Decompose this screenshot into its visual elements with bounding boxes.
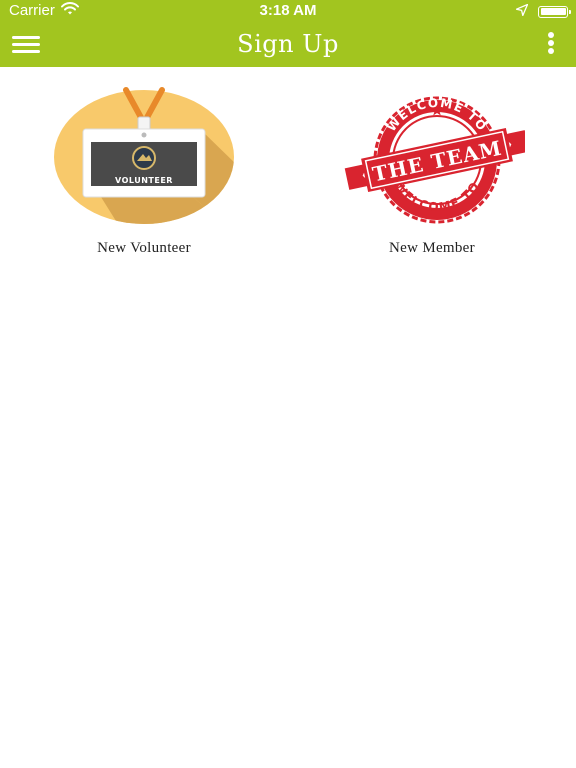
tile-label: New Member	[389, 240, 475, 256]
header: Carrier 3:18 AM Sign Up	[0, 0, 576, 67]
new-volunteer-tile[interactable]: VOLUNTEER New Volunteer	[44, 85, 244, 265]
page-title: Sign Up	[237, 30, 339, 58]
battery-icon	[538, 5, 571, 18]
status-right-group	[515, 3, 571, 20]
new-member-tile[interactable]: WELCOME TO WELCOME TO THE TEAM New Membe…	[332, 85, 532, 265]
status-time: 3:18 AM	[259, 2, 317, 19]
welcome-stamp-icon: WELCOME TO WELCOME TO THE TEAM	[344, 94, 525, 225]
nav-bar: Sign Up	[0, 22, 576, 67]
location-arrow-icon	[515, 3, 529, 20]
app-screen: Carrier 3:18 AM Sign Up VOLUNTEER New Vo…	[0, 0, 576, 768]
status-bar: Carrier 3:18 AM	[0, 0, 576, 22]
volunteer-badge-icon: VOLUNTEER	[54, 87, 234, 224]
volunteer-card-text: VOLUNTEER	[115, 176, 173, 185]
vertical-more-icon[interactable]	[546, 32, 556, 54]
tile-label: New Volunteer	[97, 240, 191, 256]
